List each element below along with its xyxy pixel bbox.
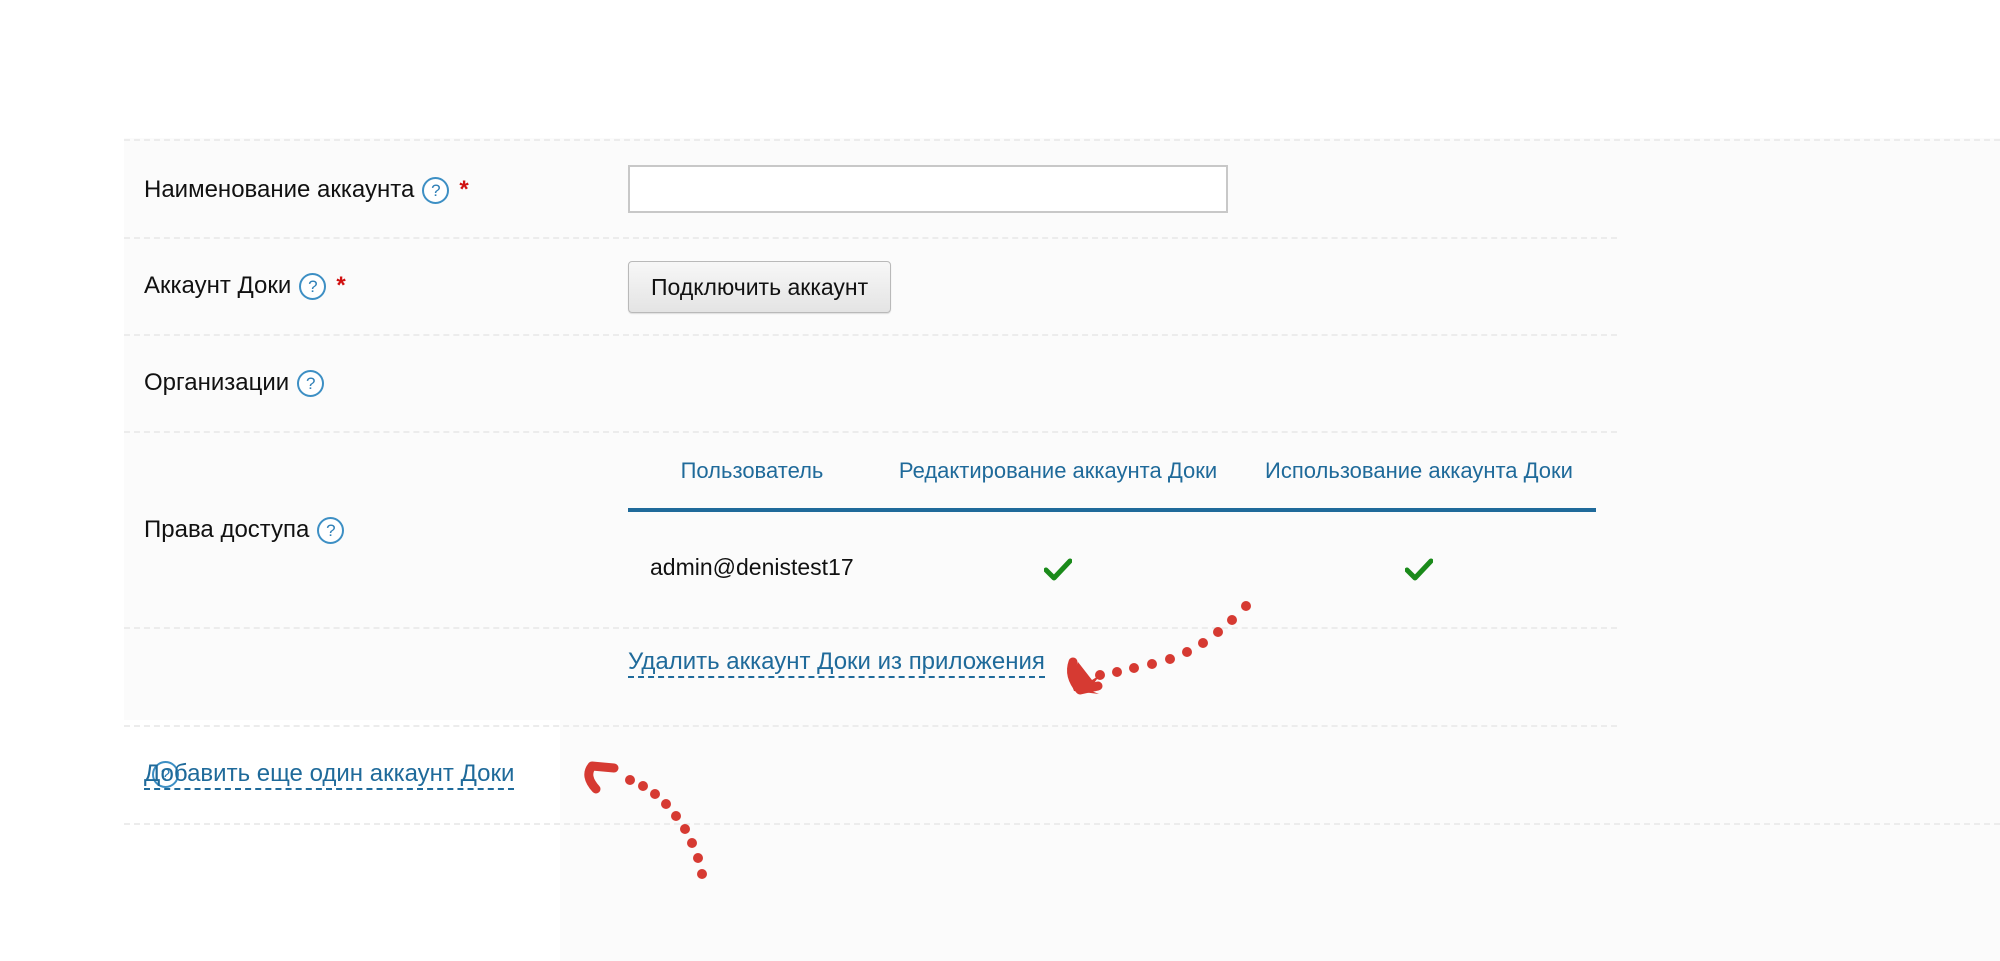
access-rights-label-row: Права доступа ? [144,516,345,544]
help-icon[interactable]: ? [299,272,327,300]
access-rights-label: Права доступа [144,516,310,543]
row-divider [124,627,1617,629]
help-icon[interactable]: ? [422,176,450,204]
add-account-row: Добавить еще один аккаунт Доки ? [144,760,515,790]
add-account-link[interactable]: Добавить еще один аккаунт Доки [144,760,515,790]
table-header-underline [628,508,1596,512]
account-name-label: Наименование аккаунта [144,176,415,203]
row-divider [124,725,1617,727]
organizations-label-row: Организации ? [144,369,325,397]
row-divider [124,334,1617,336]
organizations-label: Организации [144,369,290,396]
required-marker: * [459,176,469,203]
column-header-edit[interactable]: Редактирование аккаунта Доки [899,458,1217,484]
account-name-label-row: Наименование аккаунта ? * [144,176,469,204]
required-marker: * [336,272,346,299]
remove-account-link[interactable]: Удалить аккаунт Доки из приложения [628,648,1045,678]
docs-account-label-row: Аккаунт Доки ? * [144,272,346,300]
page-canvas: Наименование аккаунта ? * Аккаунт Доки ?… [0,0,2000,961]
form-background-white-area [124,720,560,961]
row-divider [124,139,2000,141]
column-header-user[interactable]: Пользователь [681,458,824,484]
column-header-use[interactable]: Использование аккаунта Доки [1265,458,1573,484]
checkmark-icon[interactable] [1044,558,1072,582]
account-name-input[interactable] [628,165,1228,213]
help-icon[interactable]: ? [297,369,325,397]
row-divider [124,823,2000,825]
row-divider [124,237,1617,239]
docs-account-label: Аккаунт Доки [144,272,292,299]
row-divider [124,431,1617,433]
checkmark-icon[interactable] [1405,558,1433,582]
help-icon[interactable]: ? [317,516,345,544]
table-cell-user: admin@denistest17 [650,554,854,580]
connect-account-button[interactable]: Подключить аккаунт [628,261,892,313]
